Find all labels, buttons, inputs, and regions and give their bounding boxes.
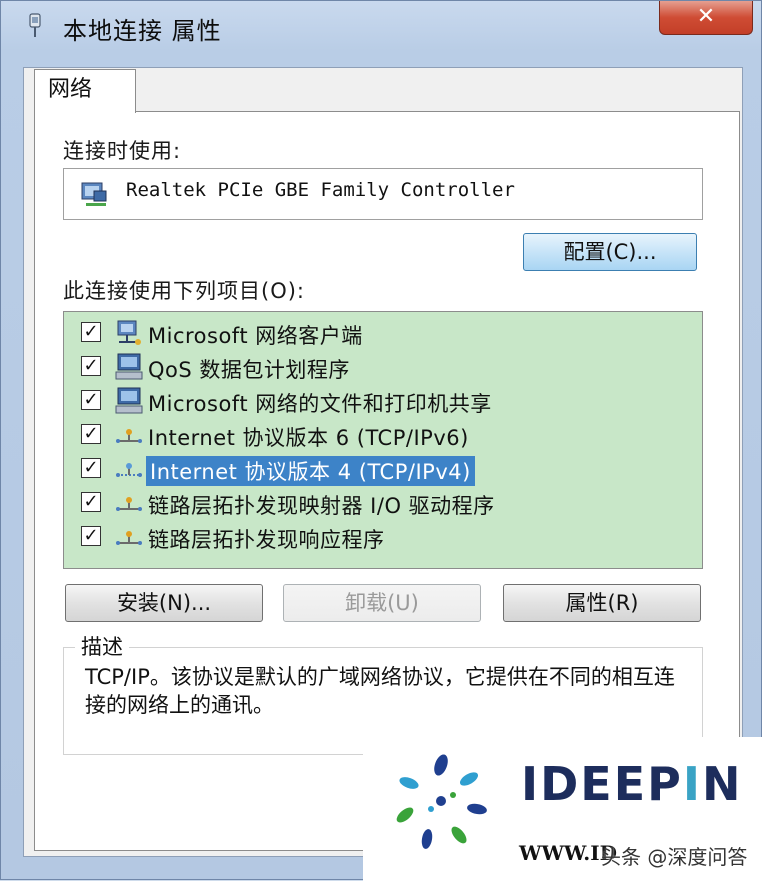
properties-button[interactable]: 属性(R) xyxy=(503,584,701,622)
list-item[interactable]: ✓ 链路层拓扑发现映射器 I/O 驱动程序 xyxy=(64,486,702,520)
network-adapter-icon xyxy=(81,182,107,206)
watermark-brand: IDEEPIN xyxy=(521,757,742,811)
properties-dialog: 本地连接 属性 ✕ 网络 连接时使用: Realtek PCIe GBE Fam… xyxy=(0,0,762,881)
close-button[interactable]: ✕ xyxy=(659,1,753,35)
list-item[interactable]: ✓ Internet 协议版本 6 (TCP/IPv6) xyxy=(64,418,702,452)
adapter-name: Realtek PCIe GBE Family Controller xyxy=(126,179,515,201)
description-legend: 描述 xyxy=(75,631,129,661)
protocol-icon xyxy=(116,531,142,545)
uninstall-button[interactable]: 卸载(U) xyxy=(283,584,481,622)
list-item[interactable]: ✓ QoS 数据包计划程序 xyxy=(64,350,702,384)
protocol-icon xyxy=(116,497,142,511)
checkbox[interactable]: ✓ xyxy=(81,492,101,512)
list-item[interactable]: ✓ Internet 协议版本 4 (TCP/IPv4) xyxy=(64,452,702,486)
list-item-label: Microsoft 网络的文件和打印机共享 xyxy=(148,392,492,416)
checkbox[interactable]: ✓ xyxy=(81,356,101,376)
checkbox[interactable]: ✓ xyxy=(81,458,101,478)
title-bar[interactable]: 本地连接 属性 ✕ xyxy=(1,1,761,53)
checkbox[interactable]: ✓ xyxy=(81,424,101,444)
brand-accent: I xyxy=(682,757,702,811)
list-item-label: Internet 协议版本 6 (TCP/IPv6) xyxy=(148,426,469,450)
configure-button[interactable]: 配置(C)... xyxy=(523,233,697,271)
list-item[interactable]: ✓ Microsoft 网络的文件和打印机共享 xyxy=(64,384,702,418)
protocol-icon xyxy=(116,463,142,477)
tab-network[interactable]: 网络 xyxy=(34,69,136,113)
checkbox[interactable]: ✓ xyxy=(81,526,101,546)
watermark: IDEEPIN WWW.ID 头条 @深度问答 xyxy=(363,737,762,881)
description-text: TCP/IP。该协议是默认的广域网络协议，它提供在不同的相互连接的网络上的通讯。 xyxy=(85,665,675,717)
network-client-icon xyxy=(117,320,141,345)
list-item[interactable]: ✓ 链路层拓扑发现响应程序 xyxy=(64,520,702,554)
computer-icon xyxy=(115,387,143,414)
components-list[interactable]: ✓ Microsoft 网络客户端 ✓ QoS 数据包计划程序 ✓ Micros… xyxy=(63,311,703,569)
watermark-credit: 头条 @深度问答 xyxy=(601,845,748,869)
window-title: 本地连接 属性 xyxy=(63,17,222,45)
list-item-label: Microsoft 网络客户端 xyxy=(148,324,363,348)
adapter-field: Realtek PCIe GBE Family Controller xyxy=(63,168,703,220)
brand-prefix: IDEEP xyxy=(521,757,683,811)
list-item[interactable]: ✓ Microsoft 网络客户端 xyxy=(64,316,702,350)
list-item-label: 链路层拓扑发现响应程序 xyxy=(148,528,385,552)
connect-using-label: 连接时使用: xyxy=(63,139,182,163)
list-item-label: Internet 协议版本 4 (TCP/IPv4) xyxy=(146,456,475,486)
list-item-label: QoS 数据包计划程序 xyxy=(148,358,350,382)
brand-suffix: N xyxy=(701,757,743,811)
list-item-label: 链路层拓扑发现映射器 I/O 驱动程序 xyxy=(148,494,495,518)
checkbox[interactable]: ✓ xyxy=(81,322,101,342)
checkbox[interactable]: ✓ xyxy=(81,390,101,410)
ideepin-logo-icon xyxy=(396,754,487,849)
items-label: 此连接使用下列项目(O): xyxy=(63,279,305,303)
protocol-icon xyxy=(116,429,142,443)
install-button[interactable]: 安装(N)... xyxy=(65,584,263,622)
computer-icon xyxy=(115,353,143,380)
network-connection-icon xyxy=(29,13,41,37)
